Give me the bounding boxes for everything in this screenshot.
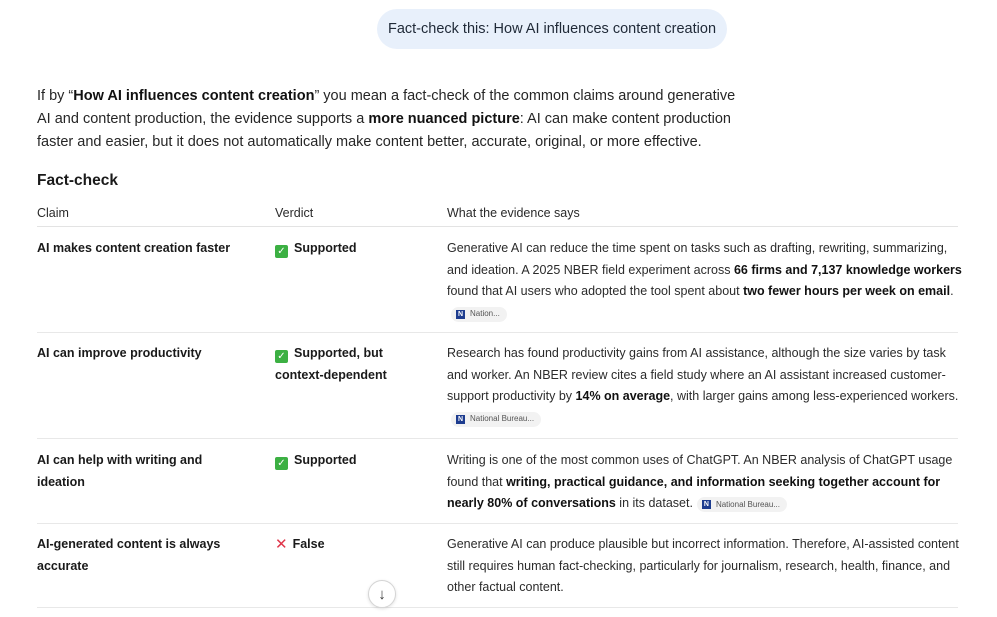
table-row: AI can help with writing and ideation ✓ S… [37, 439, 958, 524]
verdict-label: False [292, 537, 325, 551]
nber-logo-icon: N [456, 414, 465, 424]
intro-text-1: If by “ [37, 88, 74, 104]
verdict-label: Supported [294, 453, 357, 467]
cross-icon: ✕ [275, 536, 288, 553]
table-row: AI can improve productivity ✓ Supported, … [37, 333, 958, 439]
evidence-bold: 14% on average [575, 389, 671, 403]
citation-chip[interactable]: N National Bureau... [696, 497, 787, 512]
row-verdict: ✓ Supported, but context-dependent [275, 343, 425, 386]
header-verdict: Verdict [275, 206, 314, 220]
row-verdict: ✓ Supported [275, 450, 425, 472]
table-header: Claim Verdict What the evidence says [37, 200, 958, 227]
row-claim: AI can help with writing and ideation [37, 453, 203, 489]
row-evidence: Research has found productivity gains fr… [447, 343, 962, 429]
row-claim: AI can improve productivity [37, 346, 202, 360]
scroll-down-button[interactable]: ↓ [368, 580, 396, 608]
verdict-label: Supported, but context-dependent [275, 346, 387, 382]
nber-logo-icon: N [456, 309, 465, 319]
citation-chip[interactable]: N National Bureau... [451, 411, 542, 427]
evidence-text: found that AI users who adopted the tool… [447, 284, 744, 298]
row-evidence: Generative AI can produce plausible but … [447, 534, 962, 599]
evidence-bold: two fewer hours per week on email [743, 284, 951, 298]
citation-label: National Bureau... [470, 414, 535, 424]
nber-logo-icon: N [701, 500, 711, 509]
evidence-text: in its dataset. [615, 496, 693, 510]
section-title: Fact-check [37, 172, 118, 189]
check-icon: ✓ [275, 245, 288, 258]
check-icon: ✓ [275, 457, 288, 470]
evidence-bold: writing, practical guidance, and informa… [447, 474, 941, 511]
table-row: AI makes content creation faster ✓ Suppor… [37, 227, 962, 333]
citation-label: National Bureau... [715, 499, 780, 509]
header-claim: Claim [37, 206, 69, 220]
intro-paragraph: If by “How AI influences content creatio… [37, 85, 737, 154]
row-evidence: Writing is one of the most common uses o… [447, 450, 962, 515]
row-verdict: ✓ Supported [275, 238, 425, 260]
user-message-bubble: Fact-check this: How AI influences conte… [377, 9, 727, 49]
header-evidence: What the evidence says [447, 206, 580, 220]
citation-chip[interactable]: N Nation... [451, 306, 507, 322]
verdict-label: Supported [294, 241, 357, 255]
fact-check-table: Claim Verdict What the evidence says AI … [37, 200, 962, 608]
row-claim: AI-generated content is always accurate [37, 537, 221, 573]
intro-bold-1: How AI influences content creation [73, 88, 315, 104]
check-icon: ✓ [275, 350, 288, 363]
evidence-text: Generative AI can produce plausible but … [447, 537, 959, 594]
row-evidence: Generative AI can reduce the time spent … [447, 238, 962, 324]
chat-page: Fact-check this: How AI influences conte… [0, 0, 997, 617]
row-claim: AI makes content creation faster [37, 241, 231, 255]
intro-bold-2: more nuanced picture [368, 111, 520, 127]
citation-label: Nation... [470, 309, 500, 319]
arrow-down-icon: ↓ [378, 585, 386, 603]
evidence-bold: 66 firms and 7,137 knowledge workers [733, 262, 962, 277]
evidence-text: . [950, 284, 954, 298]
evidence-text: , with larger gains among less-experienc… [670, 389, 959, 403]
user-message-text: Fact-check this: How AI influences conte… [387, 21, 717, 37]
row-verdict: ✕ False [275, 534, 425, 556]
table-row: AI-generated content is always accurate … [37, 524, 959, 608]
